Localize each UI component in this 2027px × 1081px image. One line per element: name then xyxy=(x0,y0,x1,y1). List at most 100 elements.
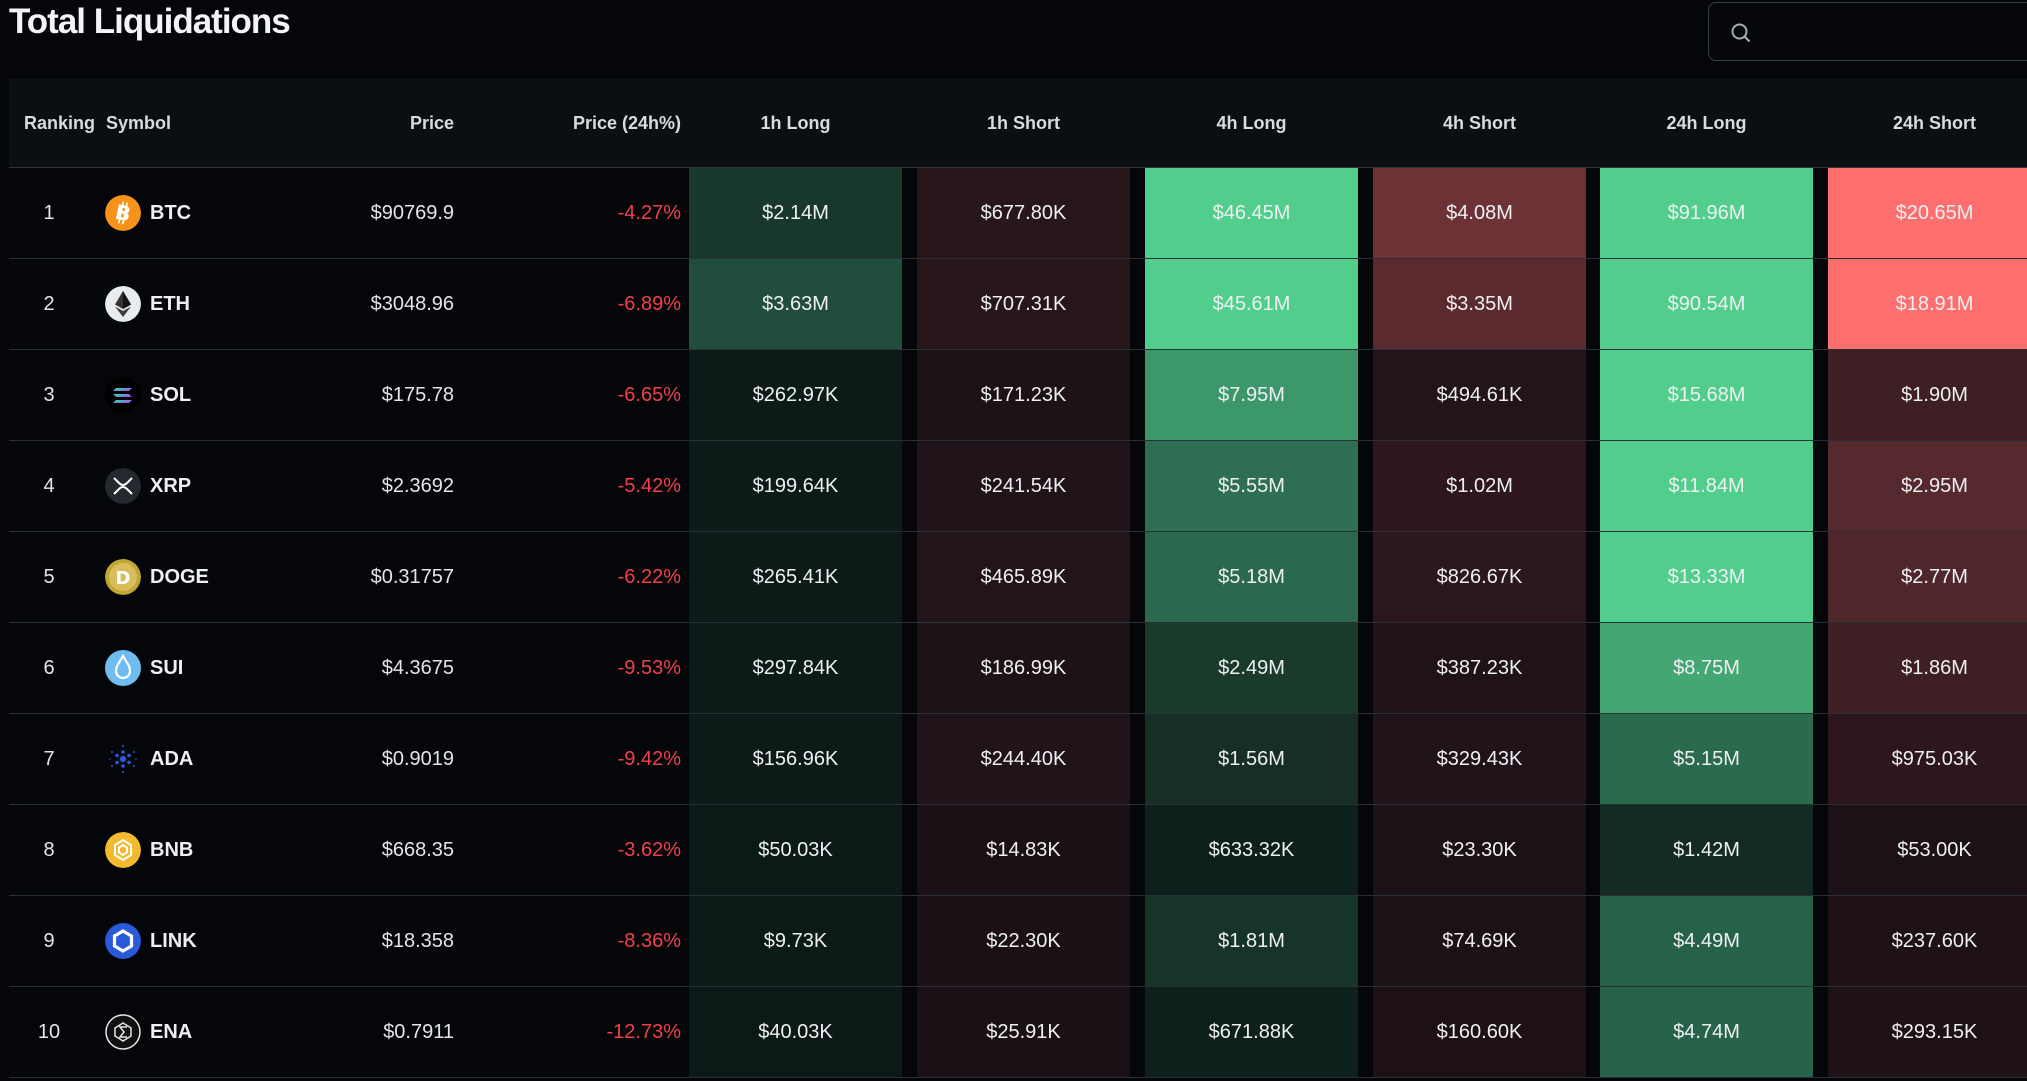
cell-24h-long: $11.84M xyxy=(1600,441,1813,531)
cell-4h-short: $1.02M xyxy=(1373,441,1586,531)
table-row[interactable]: 3 SOL $175.78 -6.65% $262.97K $171.23K $7.95M $… xyxy=(9,350,2027,441)
symbol[interactable]: ENA xyxy=(150,987,192,1077)
column-header-24h-long[interactable]: 24h Long xyxy=(1600,79,1813,167)
cell-4h-short: $494.61K xyxy=(1373,350,1586,440)
column-header-4h-long[interactable]: 4h Long xyxy=(1145,79,1358,167)
rank: 3 xyxy=(43,384,55,406)
cell-1h-short: $465.89K xyxy=(917,532,1130,622)
symbol[interactable]: DOGE xyxy=(150,532,209,622)
table-row[interactable]: 10 ENA $0.7911 -12.73% $40.03K $25.91K $671.88… xyxy=(9,987,2027,1078)
table-row[interactable]: 1 B BTC $90769.9 -4.27% $2.14M $677.80K $46.45M… xyxy=(9,168,2027,259)
cell-24h-short: $2.77M xyxy=(1828,532,2027,622)
cell-24h-short: $18.91M xyxy=(1828,259,2027,349)
cell-1h-short: $241.54K xyxy=(917,441,1130,531)
cell-4h-long: $5.18M xyxy=(1145,532,1358,622)
price-change-24h: -9.42% xyxy=(617,748,681,770)
cell-1h-long: $3.63M xyxy=(689,259,902,349)
cell-24h-short: $1.90M xyxy=(1828,350,2027,440)
cell-1h-short: $186.99K xyxy=(917,623,1130,713)
column-header-1h-long[interactable]: 1h Long xyxy=(689,79,902,167)
svg-text:D: D xyxy=(116,568,131,589)
column-header-24h-short[interactable]: 24h Short xyxy=(1828,79,2027,167)
cell-1h-long: $40.03K xyxy=(689,987,902,1077)
cell-24h-long: $5.15M xyxy=(1600,714,1813,804)
table-row[interactable]: 7 ADA $0.9019 -9.42% $156.96K $244.40K $1.56M $… xyxy=(9,714,2027,805)
symbol[interactable]: BNB xyxy=(150,805,193,895)
price: $4.3675 xyxy=(381,657,454,679)
column-header-price[interactable]: Price xyxy=(254,79,454,167)
symbol[interactable]: SUI xyxy=(150,623,183,713)
rank: 7 xyxy=(43,748,55,770)
ethereum-icon xyxy=(105,286,141,322)
column-header-1h-short[interactable]: 1h Short xyxy=(917,79,1130,167)
page-title: Total Liquidations xyxy=(9,2,291,41)
price-change-24h: -6.65% xyxy=(617,384,681,406)
table-row[interactable]: 9 LINK $18.358 -8.36% $9.73K $22.30K $1.81M $74… xyxy=(9,896,2027,987)
bitcoin-icon: B xyxy=(105,195,141,231)
search-box[interactable] xyxy=(1708,2,2027,61)
cell-24h-short: $2.95M xyxy=(1828,441,2027,531)
cell-1h-short: $22.30K xyxy=(917,896,1130,986)
cell-1h-short: $14.83K xyxy=(917,805,1130,895)
cell-4h-long: $1.56M xyxy=(1145,714,1358,804)
cell-1h-short: $244.40K xyxy=(917,714,1130,804)
price-change-24h: -6.22% xyxy=(617,566,681,588)
price: $90769.9 xyxy=(370,202,454,224)
cell-1h-long: $9.73K xyxy=(689,896,902,986)
cell-24h-short: $293.15K xyxy=(1828,987,2027,1077)
symbol[interactable]: SOL xyxy=(150,350,191,440)
column-header-4h-short[interactable]: 4h Short xyxy=(1373,79,1586,167)
rank: 2 xyxy=(43,293,55,315)
symbol[interactable]: BTC xyxy=(150,168,191,258)
price-change-24h: -3.62% xyxy=(617,839,681,861)
price-change-24h: -5.42% xyxy=(617,475,681,497)
dogecoin-icon: D xyxy=(105,559,141,595)
price-change-24h: -4.27% xyxy=(617,202,681,224)
price: $0.7911 xyxy=(383,1021,454,1043)
cell-4h-long: $7.95M xyxy=(1145,350,1358,440)
column-header-symbol[interactable]: Symbol xyxy=(106,79,171,167)
symbol[interactable]: XRP xyxy=(150,441,191,531)
symbol[interactable]: ADA xyxy=(150,714,193,804)
cell-24h-short: $1.86M xyxy=(1828,623,2027,713)
cell-1h-short: $25.91K xyxy=(917,987,1130,1077)
cell-4h-short: $160.60K xyxy=(1373,987,1586,1077)
cell-24h-long: $15.68M xyxy=(1600,350,1813,440)
cell-24h-long: $90.54M xyxy=(1600,259,1813,349)
cell-4h-long: $1.81M xyxy=(1145,896,1358,986)
cell-24h-short: $237.60K xyxy=(1828,896,2027,986)
cell-1h-long: $199.64K xyxy=(689,441,902,531)
price-change-24h: -6.89% xyxy=(617,293,681,315)
solana-icon xyxy=(105,377,141,413)
symbol[interactable]: LINK xyxy=(150,896,197,986)
rank: 9 xyxy=(43,930,55,952)
cell-1h-short: $707.31K xyxy=(917,259,1130,349)
table-row[interactable]: 4 XRP $2.3692 -5.42% $199.64K $241.54K $5.55M $… xyxy=(9,441,2027,532)
table-row[interactable]: 5 D DOGE $0.31757 -6.22% $265.41K $465.89K $5.1… xyxy=(9,532,2027,623)
symbol[interactable]: ETH xyxy=(150,259,190,349)
cell-1h-long: $297.84K xyxy=(689,623,902,713)
search-input[interactable] xyxy=(1765,11,2027,53)
cell-4h-short: $826.67K xyxy=(1373,532,1586,622)
table-row[interactable]: 2 ETH $3048.96 -6.89% $3.63M $707.31K $45.61M $… xyxy=(9,259,2027,350)
search-icon xyxy=(1730,22,1752,44)
table-body: 1 B BTC $90769.9 -4.27% $2.14M $677.80K $46.45M… xyxy=(9,168,2027,1078)
chainlink-icon xyxy=(105,923,141,959)
cell-24h-short: $20.65M xyxy=(1828,168,2027,258)
rank: 1 xyxy=(43,202,55,224)
cell-4h-short: $3.35M xyxy=(1373,259,1586,349)
cell-1h-long: $2.14M xyxy=(689,168,902,258)
column-header-price-24h[interactable]: Price (24h%) xyxy=(479,79,681,167)
ethena-icon xyxy=(105,1014,141,1050)
cell-4h-long: $45.61M xyxy=(1145,259,1358,349)
cell-4h-long: $5.55M xyxy=(1145,441,1358,531)
table-row[interactable]: 8 BNB $668.35 -3.62% $50.03K $14.83K $633.32K $… xyxy=(9,805,2027,896)
price: $18.358 xyxy=(381,930,454,952)
price: $0.9019 xyxy=(381,748,454,770)
cell-4h-long: $633.32K xyxy=(1145,805,1358,895)
column-header-ranking[interactable]: Ranking xyxy=(24,79,95,167)
price: $175.78 xyxy=(381,384,454,406)
table-row[interactable]: 6 SUI $4.3675 -9.53% $297.84K $186.99K $2.49M $… xyxy=(9,623,2027,714)
rank: 5 xyxy=(43,566,55,588)
cell-24h-short: $975.03K xyxy=(1828,714,2027,804)
